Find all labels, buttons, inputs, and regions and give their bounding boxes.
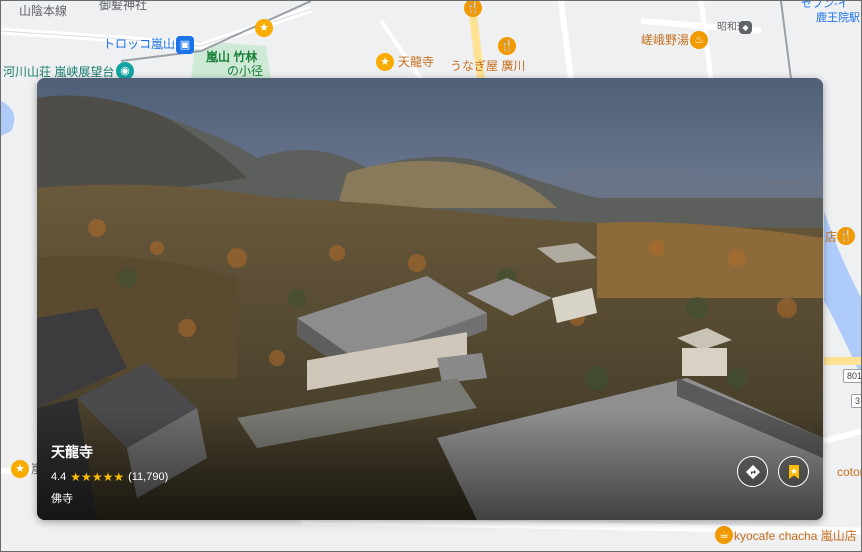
station-label-top-right[interactable]: 鹿王院駅 [816,13,860,24]
unagi-label[interactable]: うなぎ屋 廣川 [450,60,525,72]
tenryuji-map-label[interactable]: 天龍寺 [398,56,434,68]
coton-label[interactable]: coton [837,466,861,478]
tenryuji-pin-icon[interactable]: ★ [376,53,394,71]
bamboo-label-1[interactable]: 嵐山 竹林 [206,51,257,63]
unagi-pin-icon[interactable]: 🍴 [498,37,516,55]
road-number-badge: 801 [843,369,861,383]
aerial-view-card[interactable]: 天龍寺 4.4 ★★★★★ (11,790) 佛寺 [37,78,823,520]
road-label: 山陰本線 [19,4,68,18]
kyocafe-pin-icon[interactable]: ☕ [715,526,733,544]
train-station-icon[interactable]: ▣ [176,36,194,54]
save-button[interactable] [778,456,809,487]
rating-row: 4.4 ★★★★★ (11,790) [51,470,168,484]
star-pin-icon[interactable]: ★ [255,19,273,37]
bamboo-label-2[interactable]: の小径 [227,65,263,77]
store-label-top-right[interactable]: セブン-イ [801,1,849,10]
place-category: 佛寺 [51,493,73,505]
rating-value: 4.4 [51,471,67,483]
directions-icon [745,464,760,479]
review-count[interactable]: (11,790) [128,471,168,483]
sagano-yu-label[interactable]: 嵯峨野湯 [641,34,689,46]
bookmark-icon [788,464,799,479]
place-title[interactable]: 天龍寺 [51,442,168,462]
directions-button[interactable] [737,456,768,487]
bath-pin-icon[interactable]: ♨ [690,31,708,49]
kyocafe-label[interactable]: kyocafe chacha 嵐山店 [734,530,857,542]
station-label-torokko[interactable]: トロッコ嵐山 [103,38,175,50]
shrine-label[interactable]: 御髪神社 [99,1,147,11]
left-star-pin-icon[interactable]: ★ [11,460,29,478]
museum-label[interactable]: 河川山荘 嵐峡展望台 [3,66,114,78]
shop-label-right[interactable]: 店 [825,231,837,243]
road-number-badge-2: 3 [851,394,861,408]
shop-pin-icon[interactable]: 🍴 [837,227,855,245]
rating-stars: ★★★★★ [70,470,125,484]
place-info: 天龍寺 4.4 ★★★★★ (11,790) 佛寺 [51,442,168,506]
transit-icon: ◆ [739,21,752,34]
